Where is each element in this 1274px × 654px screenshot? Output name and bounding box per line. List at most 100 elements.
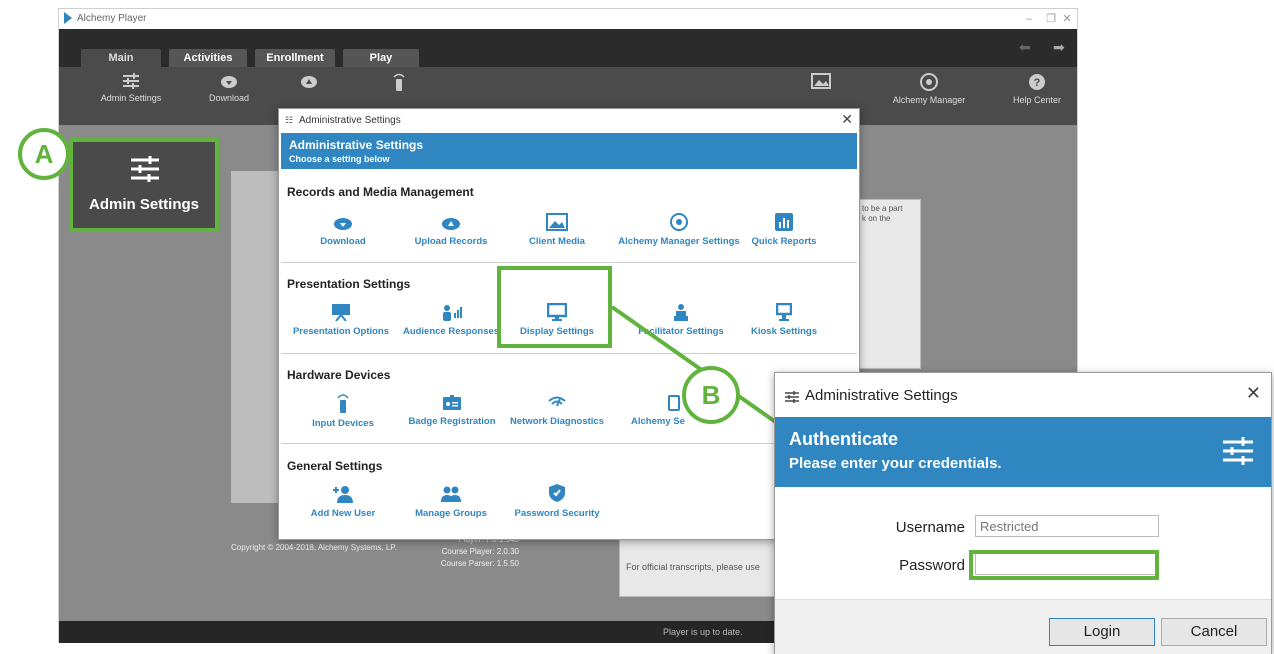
cancel-button[interactable]: Cancel (1161, 618, 1267, 646)
divider (281, 443, 857, 444)
admin-settings-tile[interactable]: Admin Settings (69, 138, 219, 232)
toolbar-label: Help Center (1012, 95, 1062, 105)
dialog-subheader: Choose a setting below (289, 154, 390, 164)
item-add-new-user[interactable]: Add New User (283, 485, 403, 519)
item-download[interactable]: Download (283, 215, 403, 247)
toolbar-admin-settings[interactable]: Admin Settings (91, 73, 171, 103)
item-alchemy-manager-settings[interactable]: Alchemy Manager Settings (611, 213, 747, 247)
item-manage-groups[interactable]: Manage Groups (391, 485, 511, 519)
remote-icon (337, 394, 349, 413)
badge-icon (443, 395, 461, 410)
sliders-icon (785, 391, 799, 403)
section-title-general: General Settings (287, 459, 383, 473)
info-text-line: to be a part (862, 204, 903, 213)
presentation-board-icon (332, 304, 350, 321)
auth-banner: Authenticate Please enter your credentia… (775, 417, 1271, 487)
authenticate-dialog: Administrative Settings ✕ Authenticate P… (774, 372, 1272, 654)
item-label: Password Security (514, 508, 600, 519)
shield-icon (549, 484, 565, 502)
close-icon[interactable]: ✕ (1059, 11, 1075, 27)
sliders-icon: ☷ (285, 115, 294, 125)
section-title-records: Records and Media Management (287, 185, 474, 199)
item-facilitator-settings[interactable]: Facilitator Settings (625, 303, 737, 337)
item-network-diagnostics[interactable]: Network Diagnostics (505, 395, 609, 427)
auth-footer: Login Cancel (775, 599, 1271, 654)
cloud-upload-icon (442, 218, 460, 230)
dialog-title: Administrative Settings (299, 115, 401, 126)
item-kiosk-settings[interactable]: Kiosk Settings (737, 303, 831, 337)
toolbar-upload[interactable] (269, 73, 349, 93)
toolbar-alchemy-manager[interactable]: Alchemy Manager (889, 73, 969, 105)
close-icon[interactable]: ✕ (841, 111, 853, 128)
item-label: Alchemy Manager Settings (618, 236, 740, 247)
cloud-upload-icon (301, 76, 317, 88)
bar-chart-icon (775, 213, 793, 231)
device-icon (668, 395, 680, 411)
item-label: Network Diagnostics (510, 416, 604, 427)
item-presentation-options[interactable]: Presentation Options (283, 303, 399, 337)
dialog-banner: Administrative Settings Choose a setting… (281, 133, 857, 169)
svg-text:?: ? (1034, 77, 1041, 89)
version-line: Course Parser: 1.5.50 (440, 559, 519, 568)
auth-header: Authenticate (789, 429, 899, 449)
toolbar-label: Alchemy Manager (892, 95, 966, 105)
toolbar-label: Download (208, 93, 250, 103)
toolbar-input[interactable] (359, 73, 439, 95)
item-label: Badge Registration (408, 416, 496, 427)
item-client-media[interactable]: Client Media (497, 213, 617, 247)
tab-main[interactable]: Main (81, 49, 161, 67)
restore-icon[interactable]: ❐ (1043, 11, 1059, 27)
item-label: Kiosk Settings (751, 326, 817, 337)
cloud-download-icon (221, 76, 237, 88)
toolbar-help-center[interactable]: ? Help Center (997, 73, 1077, 105)
add-user-icon (333, 486, 353, 503)
item-input-devices[interactable]: Input Devices (283, 393, 403, 429)
image-icon (811, 73, 831, 89)
admin-tile-label: Admin Settings (88, 196, 199, 213)
item-quick-reports[interactable]: Quick Reports (739, 213, 829, 247)
login-button[interactable]: Login (1049, 618, 1155, 646)
status-text: Player is up to date. (663, 627, 743, 637)
tabs-bar: Main Activities Enrollment Play ⬅ ➡ (59, 29, 1077, 67)
divider (281, 262, 857, 263)
toolbar-label: Admin Settings (100, 93, 162, 103)
item-label: Alchemy Se (631, 416, 685, 427)
section-title-hardware: Hardware Devices (287, 368, 391, 382)
password-highlight (969, 550, 1159, 580)
tab-play[interactable]: Play (343, 49, 419, 67)
item-label: Upload Records (414, 236, 488, 247)
app-title: Alchemy Player (77, 13, 147, 24)
item-upload-records[interactable]: Upload Records (391, 215, 511, 247)
item-badge-registration[interactable]: Badge Registration (401, 395, 503, 427)
item-label: Quick Reports (751, 236, 817, 247)
copyright-text: Copyright © 2004-2018, Alchemy Systems, … (231, 543, 397, 552)
close-icon[interactable]: ✕ (1246, 383, 1261, 404)
item-label: Audience Responses (402, 326, 500, 337)
item-audience-responses[interactable]: Audience Responses (401, 303, 501, 337)
wifi-icon (548, 396, 566, 407)
sliders-icon (123, 73, 139, 89)
minimize-icon[interactable]: – (1021, 11, 1037, 27)
group-icon (441, 486, 461, 502)
help-icon: ? (1029, 74, 1045, 90)
atom-icon (920, 73, 938, 91)
back-arrow-icon[interactable]: ⬅ (1019, 39, 1031, 56)
auth-subheader: Please enter your credentials. (789, 455, 1002, 472)
divider (281, 353, 857, 354)
username-input[interactable] (975, 515, 1159, 537)
item-password-security[interactable]: Password Security (497, 483, 617, 519)
item-label: Client Media (529, 236, 585, 247)
toolbar-download[interactable]: Download (189, 73, 269, 103)
forward-arrow-icon[interactable]: ➡ (1053, 39, 1065, 56)
item-label: Add New User (310, 508, 376, 519)
item-label: Input Devices (312, 418, 374, 429)
remote-icon (393, 73, 405, 91)
username-label: Username (895, 519, 965, 536)
tab-enrollment[interactable]: Enrollment (255, 49, 335, 67)
sliders-icon (1223, 437, 1253, 465)
toolbar-client-media[interactable] (781, 73, 861, 93)
tab-activities[interactable]: Activities (169, 49, 247, 67)
callout-a: A (18, 128, 70, 180)
section-title-presentation: Presentation Settings (287, 277, 411, 291)
transcript-panel: For official transcripts, please use (619, 539, 781, 597)
